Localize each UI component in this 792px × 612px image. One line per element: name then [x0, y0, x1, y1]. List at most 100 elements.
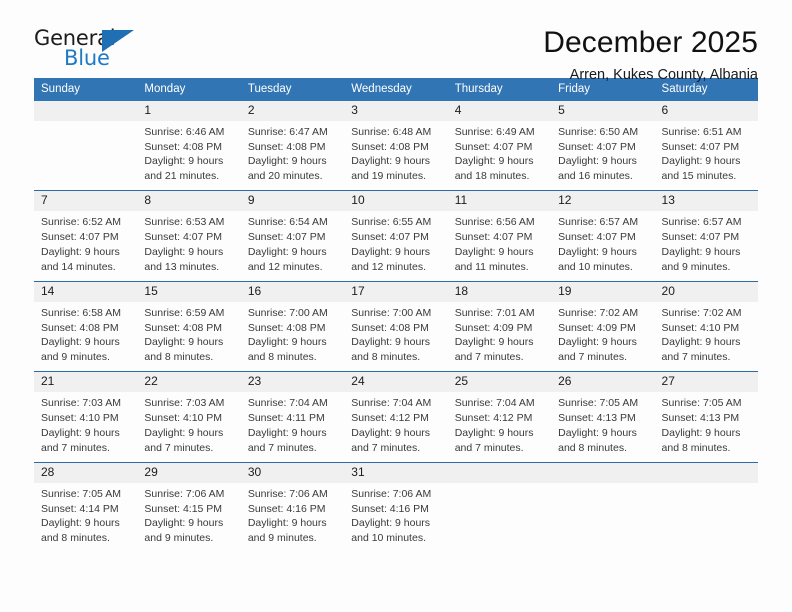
- calendar-week-row: 14 Sunrise: 6:58 AM Sunset: 4:08 PM Dayligh…: [34, 280, 758, 366]
- sun-detail-line: Sunrise: 7:03 AM: [41, 397, 121, 410]
- sun-times-details: Sunrise: 6:54 AM Sunset: 4:07 PM Daylight:…: [241, 211, 344, 275]
- calendar-day-cell[interactable]: 25 Sunrise: 7:04 AM Sunset: 4:12 PM Dayligh…: [447, 371, 552, 456]
- day-number: 21: [34, 372, 138, 393]
- day-cell-inner: [447, 462, 552, 544]
- sun-times-details: Sunrise: 7:06 AM Sunset: 4:16 PM Daylight:…: [241, 483, 344, 547]
- sun-detail-line: Sunset: 4:10 PM: [661, 321, 740, 334]
- day-number: 23: [240, 372, 345, 393]
- calendar-week-row: 1 Sunrise: 6:46 AM Sunset: 4:08 PM Daylight…: [34, 100, 758, 185]
- sun-detail-line: Sunrise: 7:05 AM: [558, 397, 639, 410]
- sun-detail-line: Daylight: 9 hours: [247, 517, 327, 530]
- sun-detail-line: and 9 minutes.: [247, 532, 317, 545]
- calendar-empty-cell: [34, 100, 138, 182]
- calendar-day-cell[interactable]: 21 Sunrise: 7:03 AM Sunset: 4:10 PM Dayligh…: [34, 371, 138, 454]
- calendar-day-cell[interactable]: 27 Sunrise: 7:05 AM Sunset: 4:13 PM Dayligh…: [654, 371, 758, 454]
- calendar-day-cell[interactable]: 13 Sunrise: 6:57 AM Sunset: 4:07 PM Dayligh…: [654, 190, 758, 273]
- calendar-day-cell[interactable]: 4 Sunrise: 6:49 AM Sunset: 4:07 PM Daylight…: [447, 100, 552, 185]
- calendar-table: Sunday Monday Tuesday Wednesday Thursday Frid…: [34, 78, 758, 544]
- calendar-day-cell[interactable]: 7 Sunrise: 6:52 AM Sunset: 4:07 PM Daylight…: [34, 190, 138, 273]
- sun-detail-line: Sunset: 4:07 PM: [247, 231, 326, 244]
- calendar-day-cell[interactable]: 16 Sunrise: 7:00 AM Sunset: 4:08 PM Dayligh…: [240, 280, 345, 363]
- day-cell-inner: 8 Sunrise: 6:53 AM Sunset: 4:07 PM Daylight…: [137, 191, 241, 273]
- day-cell-inner: 4 Sunrise: 6:49 AM Sunset: 4:07 PM Daylight…: [447, 100, 552, 185]
- weekday-header-wednesday: Wednesday: [344, 78, 448, 101]
- sun-detail-line: Daylight: 9 hours: [247, 426, 327, 439]
- day-cell-inner: 26 Sunrise: 7:05 AM Sunset: 4:13 PM Dayligh…: [551, 372, 655, 454]
- calendar-day-cell[interactable]: 22 Sunrise: 7:03 AM Sunset: 4:10 PM Dayligh…: [137, 371, 241, 456]
- sun-times-details: Sunrise: 7:04 AM Sunset: 4:11 PM Daylight:…: [241, 392, 344, 456]
- sun-detail-line: Sunrise: 6:46 AM: [144, 125, 225, 138]
- calendar-day-cell[interactable]: 24 Sunrise: 7:04 AM Sunset: 4:12 PM Dayligh…: [344, 371, 448, 454]
- calendar-day-cell[interactable]: 30 Sunrise: 7:06 AM Sunset: 4:16 PM Dayligh…: [240, 461, 345, 547]
- calendar-empty-cell: [447, 461, 552, 544]
- calendar-day-cell[interactable]: 18 Sunrise: 7:01 AM Sunset: 4:09 PM Dayligh…: [447, 280, 552, 363]
- day-cell-inner: 22 Sunrise: 7:03 AM Sunset: 4:10 PM Dayligh…: [137, 372, 241, 456]
- day-number: 16: [240, 281, 345, 302]
- sun-times-details: Sunrise: 6:50 AM Sunset: 4:07 PM Daylight:…: [551, 121, 654, 185]
- calendar-day-cell[interactable]: 11 Sunrise: 6:56 AM Sunset: 4:07 PM Dayligh…: [447, 190, 552, 273]
- sun-detail-line: Daylight: 9 hours: [661, 426, 741, 439]
- day-number: 8: [137, 191, 241, 212]
- sun-detail-line: Daylight: 9 hours: [558, 336, 637, 349]
- day-number: 28: [34, 462, 138, 483]
- sun-times-details: Sunrise: 7:03 AM Sunset: 4:10 PM Daylight:…: [137, 392, 240, 456]
- calendar-day-cell[interactable]: 14 Sunrise: 6:58 AM Sunset: 4:08 PM Dayligh…: [34, 280, 138, 366]
- day-number: 29: [137, 462, 241, 483]
- day-number: [447, 462, 552, 483]
- day-cell-inner: 23 Sunrise: 7:04 AM Sunset: 4:11 PM Dayligh…: [240, 372, 345, 456]
- calendar-page: General Blue December 2025 Arren, Kukes …: [0, 0, 792, 612]
- sun-detail-line: Daylight: 9 hours: [661, 245, 741, 258]
- day-number: 27: [654, 372, 758, 393]
- sun-times-details: Sunrise: 6:59 AM Sunset: 4:08 PM Daylight:…: [137, 302, 240, 366]
- calendar-day-cell[interactable]: 23 Sunrise: 7:04 AM Sunset: 4:11 PM Dayligh…: [240, 371, 345, 456]
- calendar-day-cell[interactable]: 17 Sunrise: 7:00 AM Sunset: 4:08 PM Dayligh…: [344, 280, 448, 363]
- calendar-day-cell[interactable]: 31 Sunrise: 7:06 AM Sunset: 4:16 PM Dayligh…: [344, 461, 448, 544]
- sun-detail-line: Sunrise: 7:06 AM: [247, 487, 328, 500]
- calendar-day-cell[interactable]: 3 Sunrise: 6:48 AM Sunset: 4:08 PM Daylight…: [344, 100, 448, 182]
- sun-times-details: [655, 483, 758, 487]
- day-cell-inner: 28 Sunrise: 7:05 AM Sunset: 4:14 PM Dayligh…: [34, 462, 138, 547]
- sun-detail-line: Sunrise: 6:57 AM: [558, 216, 639, 229]
- sun-detail-line: Daylight: 9 hours: [144, 245, 224, 258]
- sun-detail-line: Sunset: 4:07 PM: [454, 140, 533, 153]
- general-blue-logo[interactable]: General Blue: [34, 26, 154, 74]
- day-cell-inner: 2 Sunrise: 6:47 AM Sunset: 4:08 PM Daylight…: [240, 100, 345, 182]
- sun-times-details: Sunrise: 6:49 AM Sunset: 4:07 PM Daylight:…: [448, 121, 551, 185]
- calendar-day-cell[interactable]: 15 Sunrise: 6:59 AM Sunset: 4:08 PM Dayligh…: [137, 280, 241, 366]
- calendar-day-cell[interactable]: 8 Sunrise: 6:53 AM Sunset: 4:07 PM Daylight…: [137, 190, 241, 273]
- sun-detail-line: Sunrise: 7:04 AM: [454, 397, 535, 410]
- day-cell-inner: 29 Sunrise: 7:06 AM Sunset: 4:15 PM Dayligh…: [137, 462, 241, 544]
- calendar-day-cell[interactable]: 20 Sunrise: 7:02 AM Sunset: 4:10 PM Dayligh…: [654, 280, 758, 366]
- calendar-day-cell[interactable]: 28 Sunrise: 7:05 AM Sunset: 4:14 PM Dayligh…: [34, 461, 138, 547]
- sun-detail-line: Sunset: 4:07 PM: [661, 231, 740, 244]
- day-number: 18: [447, 281, 552, 302]
- calendar-day-cell[interactable]: 2 Sunrise: 6:47 AM Sunset: 4:08 PM Daylight…: [240, 100, 345, 182]
- day-cell-inner: [34, 100, 138, 182]
- calendar-day-cell[interactable]: 9 Sunrise: 6:54 AM Sunset: 4:07 PM Daylight…: [240, 190, 345, 275]
- sun-detail-line: Sunset: 4:08 PM: [351, 140, 429, 153]
- sun-detail-line: Daylight: 9 hours: [247, 245, 327, 258]
- sun-detail-line: Sunset: 4:16 PM: [351, 502, 429, 515]
- calendar-day-cell[interactable]: 1 Sunrise: 6:46 AM Sunset: 4:08 PM Daylight…: [137, 100, 241, 182]
- sun-times-details: Sunrise: 7:04 AM Sunset: 4:12 PM Daylight:…: [448, 392, 551, 456]
- sun-detail-line: Sunset: 4:12 PM: [454, 412, 533, 425]
- calendar-week-row: 7 Sunrise: 6:52 AM Sunset: 4:07 PM Daylight…: [34, 190, 758, 275]
- sun-times-details: Sunrise: 7:02 AM Sunset: 4:10 PM Daylight:…: [655, 302, 758, 366]
- calendar-day-cell[interactable]: 19 Sunrise: 7:02 AM Sunset: 4:09 PM Dayligh…: [551, 280, 655, 363]
- calendar-day-cell[interactable]: 29 Sunrise: 7:06 AM Sunset: 4:15 PM Dayligh…: [137, 461, 241, 544]
- weekday-header-tuesday: Tuesday: [240, 78, 345, 101]
- sun-detail-line: Sunrise: 7:06 AM: [351, 487, 432, 500]
- sun-detail-line: Sunset: 4:08 PM: [144, 321, 223, 334]
- sun-detail-line: Sunrise: 6:53 AM: [144, 216, 225, 229]
- calendar-day-cell[interactable]: 5 Sunrise: 6:50 AM Sunset: 4:07 PM Daylight…: [551, 100, 655, 185]
- calendar-day-cell[interactable]: 12 Sunrise: 6:57 AM Sunset: 4:07 PM Dayligh…: [551, 190, 655, 273]
- day-cell-inner: 21 Sunrise: 7:03 AM Sunset: 4:10 PM Dayligh…: [34, 372, 138, 454]
- day-cell-inner: 31 Sunrise: 7:06 AM Sunset: 4:16 PM Dayligh…: [344, 462, 448, 544]
- calendar-day-cell[interactable]: 26 Sunrise: 7:05 AM Sunset: 4:13 PM Dayligh…: [551, 371, 655, 454]
- sun-times-details: Sunrise: 7:05 AM Sunset: 4:14 PM Daylight:…: [34, 483, 137, 547]
- sun-detail-line: Sunset: 4:07 PM: [558, 140, 636, 153]
- calendar-day-cell[interactable]: 10 Sunrise: 6:55 AM Sunset: 4:07 PM Dayligh…: [344, 190, 448, 273]
- sun-detail-line: Daylight: 9 hours: [144, 426, 224, 439]
- sun-times-details: Sunrise: 6:58 AM Sunset: 4:08 PM Daylight:…: [34, 302, 137, 366]
- calendar-day-cell[interactable]: 6 Sunrise: 6:51 AM Sunset: 4:07 PM Daylight…: [654, 100, 758, 182]
